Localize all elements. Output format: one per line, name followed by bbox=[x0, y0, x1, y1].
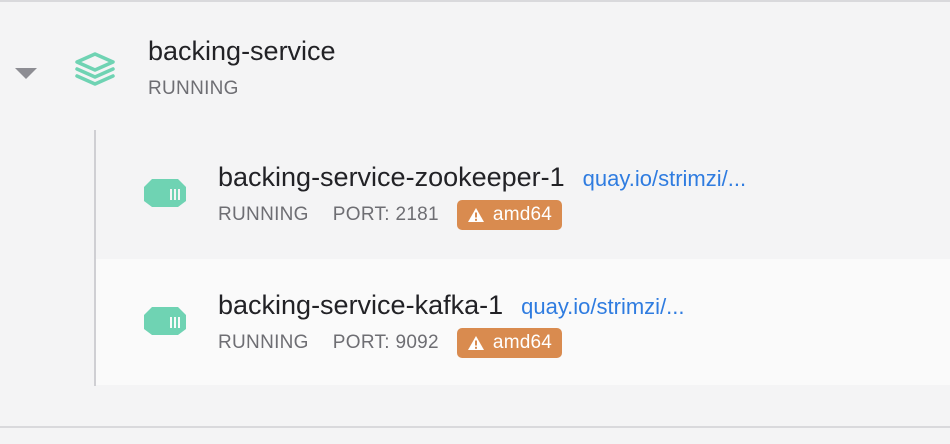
warning-icon bbox=[467, 336, 484, 350]
arch-badge: amd64 bbox=[456, 200, 563, 230]
container-icon bbox=[144, 307, 186, 335]
compose-group-row[interactable]: backing-service RUNNING bbox=[0, 2, 950, 130]
container-icon bbox=[144, 179, 186, 207]
group-name: backing-service bbox=[148, 36, 336, 66]
arch-badge-label: amd64 bbox=[492, 332, 553, 353]
warning-icon bbox=[467, 208, 484, 222]
arch-badge-label: amd64 bbox=[492, 204, 553, 225]
container-row[interactable]: backing-service-zookeeper-1 quay.io/strim… bbox=[96, 131, 950, 257]
container-name: backing-service-kafka-1 bbox=[218, 290, 504, 320]
container-name: backing-service-zookeeper-1 bbox=[218, 162, 565, 192]
caret-down-icon[interactable] bbox=[15, 68, 37, 79]
container-meta: RUNNING PORT: 2181 amd64 bbox=[218, 200, 563, 230]
next-row-area bbox=[0, 428, 950, 444]
container-status: RUNNING bbox=[218, 332, 309, 353]
container-name-line: backing-service-kafka-1 quay.io/strimzi/.… bbox=[218, 290, 685, 321]
container-image-link[interactable]: quay.io/strimzi/... bbox=[583, 166, 746, 191]
container-name-line: backing-service-zookeeper-1 quay.io/strim… bbox=[218, 162, 746, 193]
container-image-link[interactable]: quay.io/strimzi/... bbox=[521, 294, 684, 319]
container-status: RUNNING bbox=[218, 204, 309, 225]
arch-badge: amd64 bbox=[456, 328, 563, 358]
container-port: PORT: 9092 bbox=[332, 332, 439, 353]
container-meta: RUNNING PORT: 9092 amd64 bbox=[218, 328, 563, 358]
group-status: RUNNING bbox=[148, 78, 239, 99]
container-port: PORT: 2181 bbox=[332, 204, 439, 225]
container-row[interactable]: backing-service-kafka-1 quay.io/strimzi/.… bbox=[96, 259, 950, 385]
stack-icon bbox=[75, 52, 115, 86]
